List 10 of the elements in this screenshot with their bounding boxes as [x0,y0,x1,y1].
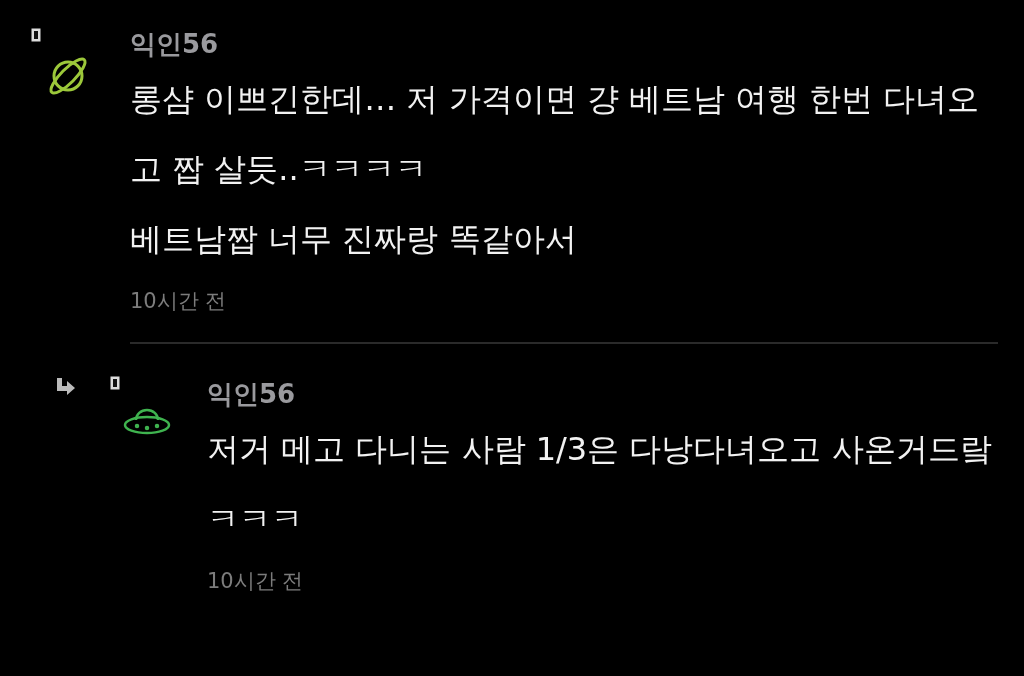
badge-icon [110,376,120,390]
timestamp: 10시간 전 [130,288,228,315]
badge-icon [31,28,41,42]
comment-text: 저거 메고 다니는 사람 1/3은 다낭다녀오고 사온거드랔ㅋㅋㅋ [207,429,993,540]
reply-arrow-icon [55,378,75,396]
timestamp: 10시간 전 [207,568,305,595]
comment-text: 베트남짭 너무 진짜랑 똑같아서 [130,219,578,260]
comment-text: 롱샴 이쁘긴한데… 저 가격이면 걍 베트남 여행 한번 다녀오고 짭 살듯..ㅋㅋㅋㅋ [130,79,981,190]
author-name: 익인56 [130,28,220,61]
author-name: 익인56 [207,378,297,411]
